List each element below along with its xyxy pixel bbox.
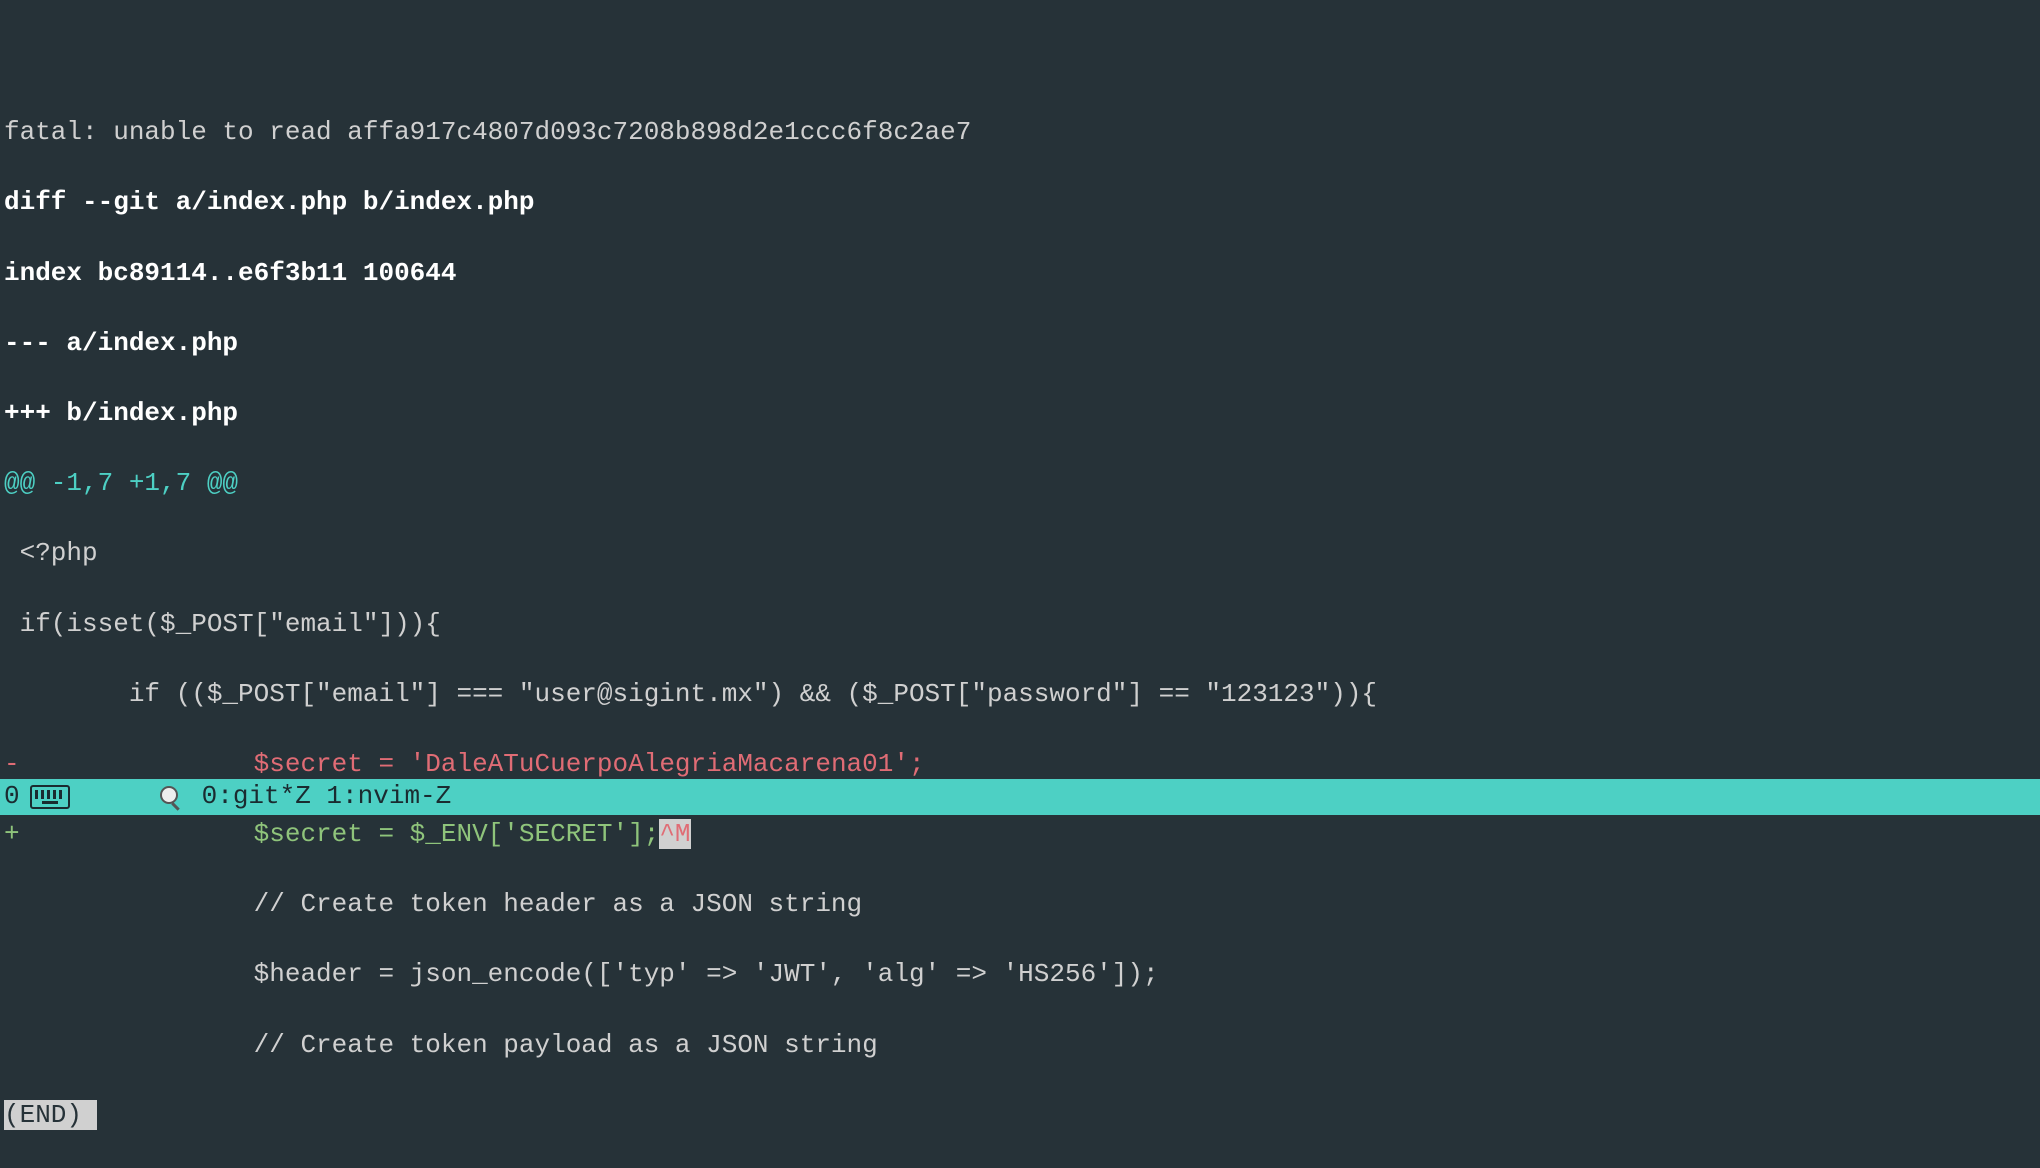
session-number: 0 xyxy=(4,779,20,814)
removed-line: - $secret = 'DaleATuCuerpoAlegriaMacaren… xyxy=(4,747,2040,782)
context-line: if(isset($_POST["email"])){ xyxy=(4,607,2040,642)
pager-end-line: (END) xyxy=(4,1098,2040,1133)
tmux-status-bar[interactable]: 0 0:git*Z 1:nvim-Z xyxy=(0,779,2040,815)
added-line: + $secret = $_ENV['SECRET'];^M xyxy=(4,817,2040,852)
carriage-return-marker: ^M xyxy=(659,819,690,849)
terminal-output: fatal: unable to read affa917c4807d093c7… xyxy=(0,0,2040,1168)
minus-file-line: --- a/index.php xyxy=(4,326,2040,361)
index-line: index bc89114..e6f3b11 100644 xyxy=(4,256,2040,291)
context-line: if (($_POST["email"] === "user@sigint.mx… xyxy=(4,677,2040,712)
hunk-header-line: @@ -1,7 +1,7 @@ xyxy=(4,466,2040,501)
magnify-icon xyxy=(160,786,182,808)
keyboard-icon xyxy=(30,785,70,809)
fatal-error-line: fatal: unable to read affa917c4807d093c7… xyxy=(4,115,2040,150)
context-line: // Create token header as a JSON string xyxy=(4,887,2040,922)
context-line: <?php xyxy=(4,536,2040,571)
context-line: // Create token payload as a JSON string xyxy=(4,1028,2040,1063)
plus-file-line: +++ b/index.php xyxy=(4,396,2040,431)
end-marker: (END) xyxy=(4,1100,82,1130)
window-list[interactable]: 0:git*Z 1:nvim-Z xyxy=(202,779,452,814)
cursor xyxy=(82,1100,97,1130)
diff-header-line: diff --git a/index.php b/index.php xyxy=(4,185,2040,220)
context-line: $header = json_encode(['typ' => 'JWT', '… xyxy=(4,957,2040,992)
